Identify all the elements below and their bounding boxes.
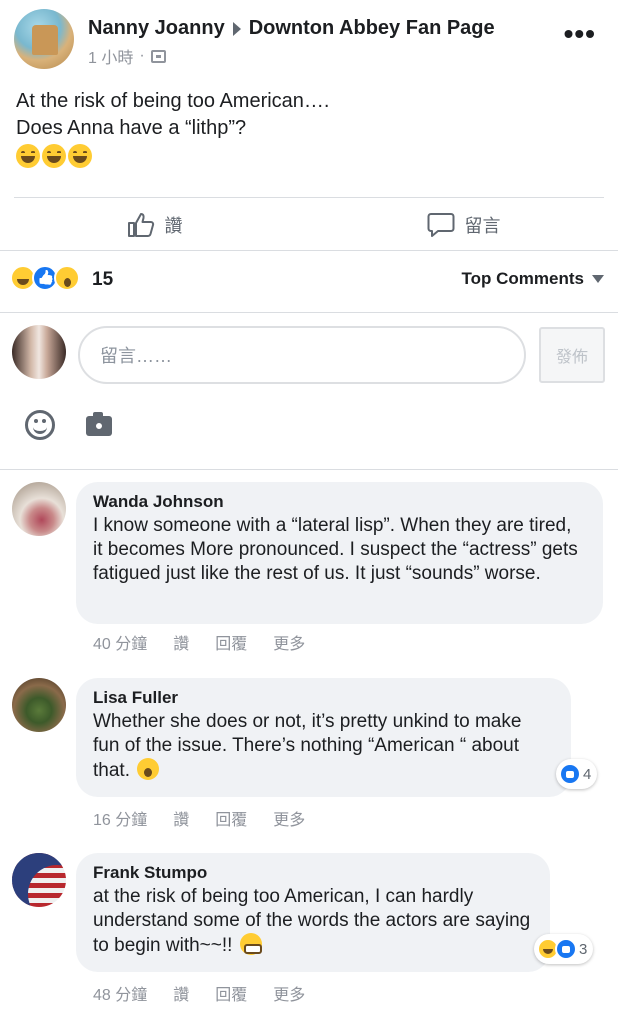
post-actions: 讚 留言 xyxy=(0,200,618,250)
divider xyxy=(14,197,604,198)
comment-reactions[interactable]: 4 xyxy=(556,759,598,789)
group-name[interactable]: Downton Abbey Fan Page xyxy=(249,17,495,40)
audience-icon xyxy=(150,49,166,63)
post-subline: 1 小時 · xyxy=(88,44,495,68)
comment-placeholder: 留言…… xyxy=(100,346,172,366)
commenter-avatar[interactable] xyxy=(12,678,66,732)
comment-footer: 16 分鐘 讚 回覆 更多 xyxy=(93,806,305,830)
post-text-line-2: Does Anna have a “lithp”? xyxy=(16,117,247,139)
comment-reactions[interactable]: 3 xyxy=(534,934,594,964)
emoji-picker-icon[interactable] xyxy=(25,410,55,440)
thumbs-up-icon xyxy=(127,212,155,238)
post-meta: Nanny Joanny Downton Abbey Fan Page 1 小時… xyxy=(88,17,495,68)
camera-icon[interactable] xyxy=(86,412,112,436)
meta-separator: · xyxy=(139,47,145,64)
comment-like-button[interactable]: 讚 xyxy=(173,981,189,1005)
author-avatar[interactable] xyxy=(14,9,74,69)
post-text-line-1: At the risk of being too American…. xyxy=(16,90,330,112)
caret-down-icon xyxy=(592,275,604,283)
laughing-tears-emoji-icon xyxy=(42,144,66,168)
comment-like-button[interactable]: 讚 xyxy=(173,806,189,830)
arrow-right-icon xyxy=(232,21,241,36)
like-reaction-icon xyxy=(559,763,581,785)
my-avatar xyxy=(12,325,66,379)
reaction-summary[interactable] xyxy=(10,265,80,291)
comment-composer: 留言…… 發佈 xyxy=(0,313,618,469)
comment-bubble: Wanda Johnson I know someone with a “lat… xyxy=(76,482,603,624)
more-options-button[interactable]: ••• xyxy=(564,20,596,48)
comment-reply-button[interactable]: 回覆 xyxy=(215,981,247,1005)
comment-reaction-count: 3 xyxy=(579,940,588,958)
comment-more-button[interactable]: 更多 xyxy=(273,806,305,830)
reaction-count[interactable]: 15 xyxy=(92,269,113,291)
sort-label: Top Comments xyxy=(461,269,584,288)
post-text: At the risk of being too American…. Does… xyxy=(16,88,596,142)
comment-text: at the risk of being too American, I can… xyxy=(93,885,532,958)
comment-time: 16 分鐘 xyxy=(93,812,148,829)
comment-label: 留言 xyxy=(464,216,501,236)
comment-sort-dropdown[interactable]: Top Comments xyxy=(462,269,604,289)
post-emojis xyxy=(16,144,92,168)
comment-footer: 40 分鐘 讚 回覆 更多 xyxy=(93,630,305,654)
commenter-name[interactable]: Lisa Fuller xyxy=(93,688,553,708)
comment-more-button[interactable]: 更多 xyxy=(273,630,305,654)
comment-footer: 48 分鐘 讚 回覆 更多 xyxy=(93,981,305,1005)
comment-time: 40 分鐘 xyxy=(93,636,148,653)
like-label: 讚 xyxy=(164,216,183,236)
comment-reply-button[interactable]: 回覆 xyxy=(215,630,247,654)
divider xyxy=(0,469,618,470)
post-header: Nanny Joanny Downton Abbey Fan Page 1 小時… xyxy=(14,9,604,71)
commenter-avatar[interactable] xyxy=(12,482,66,536)
divider xyxy=(0,250,618,251)
like-reaction-icon xyxy=(555,938,577,960)
comment-time: 48 分鐘 xyxy=(93,987,148,1004)
comment-reply-button[interactable]: 回覆 xyxy=(215,806,247,830)
like-button[interactable]: 讚 xyxy=(0,200,309,250)
comment-text-content: at the risk of being too American, I can… xyxy=(93,886,531,956)
commenter-name[interactable]: Frank Stumpo xyxy=(93,863,532,883)
wow-reaction-icon xyxy=(54,265,80,291)
hushed-face-emoji-icon xyxy=(137,758,160,780)
comment-more-button[interactable]: 更多 xyxy=(273,981,305,1005)
commenter-avatar[interactable] xyxy=(12,853,66,907)
grinning-face-emoji-icon xyxy=(239,933,262,955)
comment-input[interactable]: 留言…… xyxy=(78,326,526,384)
post-comment-button[interactable]: 發佈 xyxy=(539,327,605,383)
post-time[interactable]: 1 小時 xyxy=(88,44,133,68)
comment-bubble: Lisa Fuller Whether she does or not, it’… xyxy=(76,678,571,797)
author-name[interactable]: Nanny Joanny xyxy=(88,17,225,40)
comment-like-button[interactable]: 讚 xyxy=(173,630,189,654)
post-author-line: Nanny Joanny Downton Abbey Fan Page xyxy=(88,17,495,40)
comment-bubble: Frank Stumpo at the risk of being too Am… xyxy=(76,853,550,972)
comment-text: Whether she does or not, it’s pretty unk… xyxy=(93,710,553,783)
laughing-tears-emoji-icon xyxy=(68,144,92,168)
commenter-name[interactable]: Wanda Johnson xyxy=(93,492,585,512)
comment-button[interactable]: 留言 xyxy=(309,200,618,250)
comment-text: I know someone with a “lateral lisp”. Wh… xyxy=(93,515,578,584)
comment-bubble-icon xyxy=(427,212,455,238)
laughing-tears-emoji-icon xyxy=(16,144,40,168)
comment-reaction-count: 4 xyxy=(583,765,592,783)
reactions-bar: 15 Top Comments xyxy=(0,252,618,312)
